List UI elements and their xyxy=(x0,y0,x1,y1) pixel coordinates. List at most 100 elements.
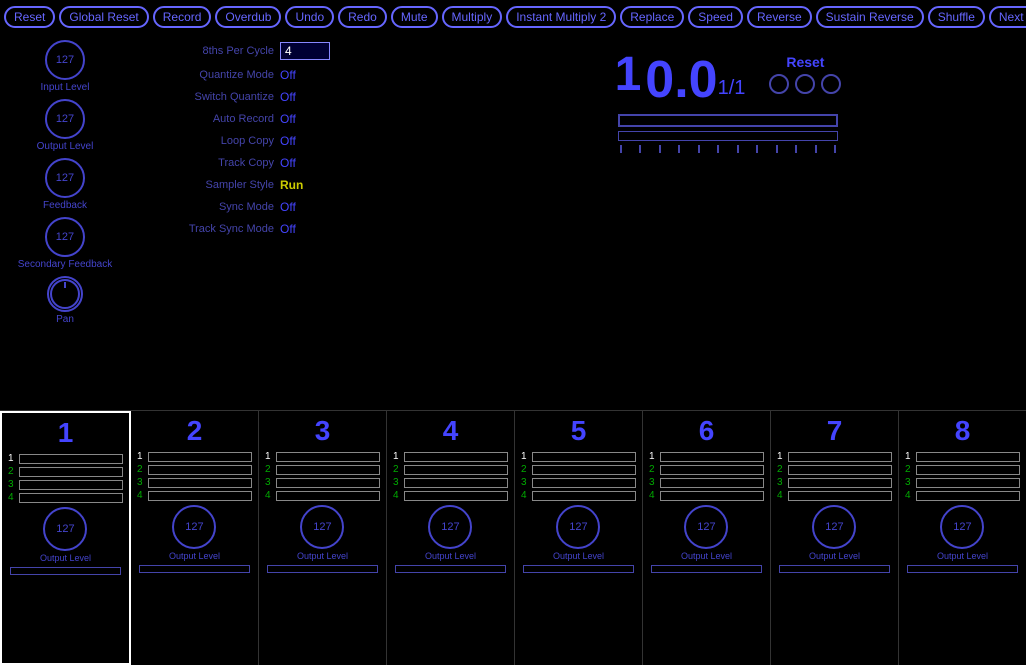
track-output-knob[interactable]: 127 xyxy=(812,505,856,549)
track-bar xyxy=(404,478,508,488)
knob-secondary-feedback[interactable]: 127 xyxy=(45,217,85,257)
toolbar-btn-sustain-reverse[interactable]: Sustain Reverse xyxy=(816,6,924,28)
setting-label: Sampler Style xyxy=(134,179,274,191)
setting-value: Off xyxy=(280,200,296,214)
track-bar xyxy=(660,478,764,488)
setting-label: Track Copy xyxy=(134,157,274,169)
knob-input-level[interactable]: 127 xyxy=(45,40,85,80)
track-inputs: 1234 xyxy=(4,453,127,503)
reset-area: Reset xyxy=(769,54,841,94)
track-knob-label: Output Level xyxy=(40,553,91,563)
track-input-row: 2 xyxy=(137,464,252,475)
toolbar-btn-undo[interactable]: Undo xyxy=(285,6,334,28)
setting-input[interactable] xyxy=(280,42,330,60)
track-output-knob[interactable]: 127 xyxy=(940,505,984,549)
track-inputs: 1234 xyxy=(517,451,640,501)
track-inputs: 1234 xyxy=(261,451,384,501)
track-row-num: 2 xyxy=(137,464,145,475)
track-output-knob[interactable]: 127 xyxy=(300,505,344,549)
circle-btn-3[interactable] xyxy=(821,74,841,94)
track-output-knob[interactable]: 127 xyxy=(428,505,472,549)
track-input-row: 4 xyxy=(777,490,892,501)
track-output-knob[interactable]: 127 xyxy=(43,507,87,551)
track-row-num: 1 xyxy=(777,451,785,462)
setting-row-switch-quantize: Switch QuantizeOff xyxy=(134,90,426,104)
track-row-num: 4 xyxy=(649,490,657,501)
track-number: 2 xyxy=(187,415,203,447)
toolbar-btn-record[interactable]: Record xyxy=(153,6,212,28)
track-3[interactable]: 31234127Output Level xyxy=(259,411,387,665)
track-row-num: 4 xyxy=(521,490,529,501)
track-number: 8 xyxy=(955,415,971,447)
track-row-num: 4 xyxy=(777,490,785,501)
track-bar xyxy=(404,452,508,462)
setting-value: Off xyxy=(280,90,296,104)
circle-btn-2[interactable] xyxy=(795,74,815,94)
track-bottom-bar xyxy=(779,565,890,573)
counter-row: 1 0 . 0 1/1 Reset xyxy=(615,44,842,106)
track-bottom-bar xyxy=(395,565,506,573)
tick-4 xyxy=(678,145,680,153)
setting-row-quantize-mode: Quantize ModeOff xyxy=(134,68,426,82)
toolbar-btn-reset[interactable]: Reset xyxy=(4,6,55,28)
toolbar-btn-redo[interactable]: Redo xyxy=(338,6,387,28)
track-row-num: 2 xyxy=(521,464,529,475)
track-5[interactable]: 51234127Output Level xyxy=(515,411,643,665)
tick-2 xyxy=(639,145,641,153)
track-7[interactable]: 71234127Output Level xyxy=(771,411,899,665)
track-input-row: 1 xyxy=(777,451,892,462)
toolbar-btn-replace[interactable]: Replace xyxy=(620,6,684,28)
toolbar-btn-shuffle[interactable]: Shuffle xyxy=(928,6,985,28)
track-bottom-bar xyxy=(139,565,250,573)
track-8[interactable]: 8 1234127 Output Level xyxy=(899,411,1026,665)
track-bar xyxy=(788,491,892,501)
track-bar xyxy=(788,452,892,462)
setting-value: Off xyxy=(280,68,296,82)
track-input-row: 2 xyxy=(777,464,892,475)
track-knob-label: Output Level xyxy=(937,551,988,561)
track-row-num: 1 xyxy=(265,451,273,462)
track-bar xyxy=(148,452,252,462)
track-input-row: 3 xyxy=(137,477,252,488)
toolbar-btn-overdub[interactable]: Overdub xyxy=(215,6,281,28)
track-bar xyxy=(19,493,123,503)
track-number: 6 xyxy=(699,415,715,447)
toolbar-btn-next-loop[interactable]: Next Loop xyxy=(989,6,1026,28)
track-input-row: 3 xyxy=(649,477,764,488)
knob-output-level[interactable]: 127 xyxy=(45,99,85,139)
toolbar-btn-reverse[interactable]: Reverse xyxy=(747,6,812,28)
track-6[interactable]: 61234127Output Level xyxy=(643,411,771,665)
toolbar-btn-multiply[interactable]: Multiply xyxy=(442,6,503,28)
knob-feedback[interactable]: 127 xyxy=(45,158,85,198)
track-input-row: 4 xyxy=(8,492,123,503)
toolbar-btn-global-reset[interactable]: Global Reset xyxy=(59,6,148,28)
track-4[interactable]: 41234127Output Level xyxy=(387,411,515,665)
track-input-row: 3 xyxy=(521,477,636,488)
toolbar-btn-speed[interactable]: Speed xyxy=(688,6,743,28)
track-output-knob[interactable]: 127 xyxy=(684,505,728,549)
circle-btn-1[interactable] xyxy=(769,74,789,94)
track-inputs: 1234 xyxy=(901,451,1024,501)
track-output-knob[interactable]: 127 xyxy=(172,505,216,549)
track-inputs: 1234 xyxy=(389,451,512,501)
knob-pan[interactable] xyxy=(47,276,83,312)
track-knob-area: 127 Output Level xyxy=(937,505,988,561)
track-2[interactable]: 21234127Output Level xyxy=(131,411,259,665)
track-row-num: 2 xyxy=(905,464,913,475)
toolbar-btn-instant-multiply-2[interactable]: Instant Multiply 2 xyxy=(506,6,616,28)
track-input-row: 3 xyxy=(265,477,380,488)
tick-8 xyxy=(756,145,758,153)
track-1[interactable]: 11234127Output Level xyxy=(0,411,131,665)
setting-row-track-copy: Track CopyOff xyxy=(134,156,426,170)
track-bar xyxy=(788,465,892,475)
track-input-row: 1 xyxy=(265,451,380,462)
track-output-knob[interactable]: 127 xyxy=(556,505,600,549)
knob-label-pan: Pan xyxy=(56,314,74,325)
toolbar-btn-mute[interactable]: Mute xyxy=(391,6,438,28)
setting-label: 8ths Per Cycle xyxy=(134,45,274,57)
track-bar xyxy=(19,454,123,464)
track-number: 5 xyxy=(571,415,587,447)
track-bar xyxy=(148,491,252,501)
track-row-num: 1 xyxy=(393,451,401,462)
track-input-row: 2 xyxy=(649,464,764,475)
